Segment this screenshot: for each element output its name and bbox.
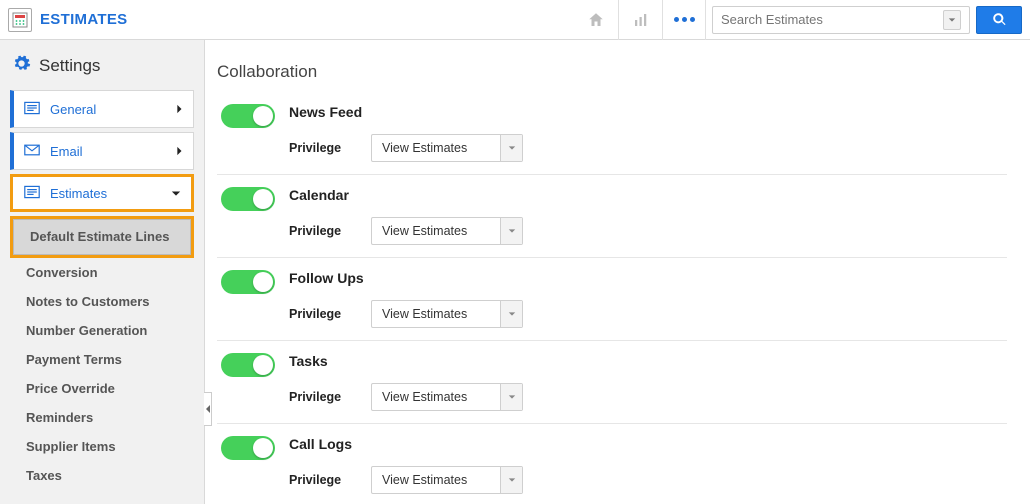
home-icon[interactable] [574,0,618,40]
collab-section-call-logs: Call Logs Privilege View Estimates [217,424,1007,504]
sidebar-item-label: Estimates [50,186,171,201]
search-dropdown-caret[interactable] [943,10,961,30]
sidebar-sublist: Conversion Notes to Customers Number Gen… [10,258,194,494]
sidebar-subitem-payment-terms[interactable]: Payment Terms [10,345,194,374]
search-wrap [712,6,1022,34]
privilege-label: Privilege [289,141,341,155]
more-menu-icon[interactable] [662,0,706,40]
app-header: ESTIMATES [0,0,1030,40]
sidebar-item-label: General [50,102,175,117]
dropdown-value: View Estimates [372,301,500,327]
dropdown-value: View Estimates [372,384,500,410]
reports-icon[interactable] [618,0,662,40]
email-icon [24,144,40,159]
toggle-calendar[interactable] [221,187,275,211]
dropdown-value: View Estimates [372,467,500,493]
toggle-follow-ups[interactable] [221,270,275,294]
sidebar: Settings General Email Estimates [0,40,205,504]
gear-icon [12,54,31,78]
toggle-news-feed[interactable] [221,104,275,128]
chevron-down-icon [500,467,522,493]
sidebar-subnav-highlight: Default Estimate Lines [10,216,194,258]
chevron-down-icon [500,301,522,327]
sidebar-item-estimates[interactable]: Estimates [10,174,194,212]
sidebar-subitem-default-estimate-lines[interactable]: Default Estimate Lines [13,219,191,255]
chevron-down-icon [500,384,522,410]
general-icon [24,101,40,118]
search-button[interactable] [976,6,1022,34]
privilege-dropdown-call-logs[interactable]: View Estimates [371,466,523,494]
privilege-dropdown-calendar[interactable]: View Estimates [371,217,523,245]
section-title: Call Logs [289,436,1007,452]
chevron-down-icon [500,135,522,161]
sidebar-subitem-price-override[interactable]: Price Override [10,374,194,403]
sidebar-subitem-number-generation[interactable]: Number Generation [10,316,194,345]
toggle-call-logs[interactable] [221,436,275,460]
sidebar-collapse-handle[interactable] [204,392,212,426]
privilege-label: Privilege [289,224,341,238]
chevron-down-icon [171,186,181,201]
main-content: Collaboration News Feed Privilege View E… [205,40,1030,504]
dropdown-value: View Estimates [372,135,500,161]
collab-section-news-feed: News Feed Privilege View Estimates [217,92,1007,175]
collab-section-follow-ups: Follow Ups Privilege View Estimates [217,258,1007,341]
privilege-label: Privilege [289,390,341,404]
privilege-label: Privilege [289,473,341,487]
sidebar-subitem-conversion[interactable]: Conversion [10,258,194,287]
privilege-label: Privilege [289,307,341,321]
sidebar-title: Settings [10,54,194,78]
privilege-dropdown-news-feed[interactable]: View Estimates [371,134,523,162]
sidebar-item-label: Email [50,144,175,159]
section-title: Calendar [289,187,1007,203]
app-title: ESTIMATES [40,11,127,28]
section-title: Tasks [289,353,1007,369]
sidebar-item-email[interactable]: Email [10,132,194,170]
search-container [712,6,970,34]
search-input[interactable] [721,12,943,27]
sidebar-subitem-notes-to-customers[interactable]: Notes to Customers [10,287,194,316]
sidebar-subitem-reminders[interactable]: Reminders [10,403,194,432]
sidebar-subitem-supplier-items[interactable]: Supplier Items [10,432,194,461]
sidebar-title-label: Settings [39,56,100,76]
page-title: Collaboration [217,62,1030,82]
chevron-right-icon [175,144,183,159]
collab-section-calendar: Calendar Privilege View Estimates [217,175,1007,258]
sidebar-subitem-taxes[interactable]: Taxes [10,461,194,490]
toggle-tasks[interactable] [221,353,275,377]
chevron-right-icon [175,102,183,117]
dropdown-value: View Estimates [372,218,500,244]
privilege-dropdown-follow-ups[interactable]: View Estimates [371,300,523,328]
app-logo-icon [8,8,32,32]
chevron-down-icon [500,218,522,244]
privilege-dropdown-tasks[interactable]: View Estimates [371,383,523,411]
estimates-icon [24,185,40,202]
sidebar-item-general[interactable]: General [10,90,194,128]
collab-section-tasks: Tasks Privilege View Estimates [217,341,1007,424]
section-title: Follow Ups [289,270,1007,286]
section-title: News Feed [289,104,1007,120]
